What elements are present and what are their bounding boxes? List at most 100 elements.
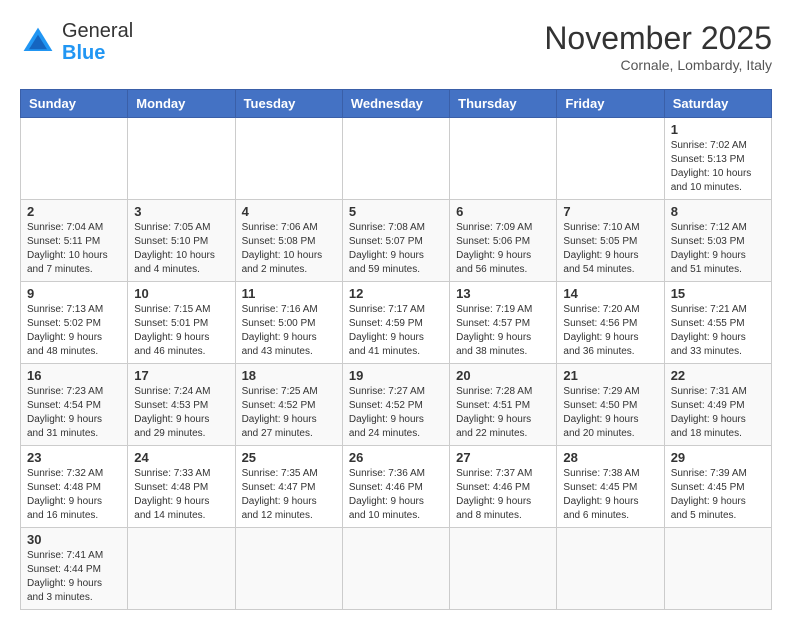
calendar-cell: 10 Sunrise: 7:15 AM Sunset: 5:01 PM Dayli…	[128, 282, 235, 364]
day-info: Sunrise: 7:10 AM Sunset: 5:05 PM Dayligh…	[563, 221, 657, 277]
day-number: 7	[563, 204, 657, 219]
calendar-cell	[450, 528, 557, 610]
calendar-cell: 6Sunrise: 7:09 AM Sunset: 5:06 PM Daylig…	[450, 200, 557, 282]
day-number: 23	[27, 450, 121, 465]
month-year-title: November 2025	[544, 20, 772, 57]
calendar-table: SundayMondayTuesdayWednesdayThursdayFrid…	[20, 89, 772, 610]
weekday-header-thursday: Thursday	[450, 90, 557, 118]
calendar-cell	[342, 118, 449, 200]
calendar-cell	[557, 118, 664, 200]
day-number: 5	[349, 204, 443, 219]
calendar-cell: 2 Sunrise: 7:04 AM Sunset: 5:11 PM Daylig…	[21, 200, 128, 282]
day-info: Sunrise: 7:04 AM Sunset: 5:11 PM Dayligh…	[27, 221, 121, 277]
day-number: 26	[349, 450, 443, 465]
calendar-cell: 29Sunrise: 7:39 AM Sunset: 4:45 PM Dayli…	[664, 446, 771, 528]
day-number: 19	[349, 368, 443, 383]
day-info: Sunrise: 7:02 AM Sunset: 5:13 PM Dayligh…	[671, 139, 765, 195]
calendar-cell: 20 Sunrise: 7:28 AM Sunset: 4:51 PM Dayli…	[450, 364, 557, 446]
calendar-cell: 27Sunrise: 7:37 AM Sunset: 4:46 PM Dayli…	[450, 446, 557, 528]
day-info: Sunrise: 7:16 AM Sunset: 5:00 PM Dayligh…	[242, 303, 336, 359]
calendar-week-1: 1Sunrise: 7:02 AM Sunset: 5:13 PM Daylig…	[21, 118, 772, 200]
calendar-cell	[450, 118, 557, 200]
day-number: 6	[456, 204, 550, 219]
day-info: Sunrise: 7:06 AM Sunset: 5:08 PM Dayligh…	[242, 221, 336, 277]
day-number: 4	[242, 204, 336, 219]
day-info: Sunrise: 7:35 AM Sunset: 4:47 PM Dayligh…	[242, 467, 336, 523]
calendar-week-3: 9 Sunrise: 7:13 AM Sunset: 5:02 PM Daylig…	[21, 282, 772, 364]
calendar-cell	[235, 118, 342, 200]
day-number: 16	[27, 368, 121, 383]
calendar-cell: 15 Sunrise: 7:21 AM Sunset: 4:55 PM Dayli…	[664, 282, 771, 364]
calendar-cell: 12 Sunrise: 7:17 AM Sunset: 4:59 PM Dayli…	[342, 282, 449, 364]
day-info: Sunrise: 7:15 AM Sunset: 5:01 PM Dayligh…	[134, 303, 228, 359]
weekday-header-monday: Monday	[128, 90, 235, 118]
calendar-cell: 11 Sunrise: 7:16 AM Sunset: 5:00 PM Dayli…	[235, 282, 342, 364]
calendar-cell	[342, 528, 449, 610]
day-number: 2	[27, 204, 121, 219]
day-info: Sunrise: 7:24 AM Sunset: 4:53 PM Dayligh…	[134, 385, 228, 441]
day-info: Sunrise: 7:17 AM Sunset: 4:59 PM Dayligh…	[349, 303, 443, 359]
calendar-cell: 30 Sunrise: 7:41 AM Sunset: 4:44 PM Dayli…	[21, 528, 128, 610]
day-number: 9	[27, 286, 121, 301]
day-number: 21	[563, 368, 657, 383]
day-info: Sunrise: 7:21 AM Sunset: 4:55 PM Dayligh…	[671, 303, 765, 359]
calendar-week-6: 30 Sunrise: 7:41 AM Sunset: 4:44 PM Dayli…	[21, 528, 772, 610]
calendar-cell: 3Sunrise: 7:05 AM Sunset: 5:10 PM Daylig…	[128, 200, 235, 282]
day-number: 10	[134, 286, 228, 301]
day-number: 18	[242, 368, 336, 383]
page-header: General Blue November 2025 Cornale, Lomb…	[20, 20, 772, 73]
day-info: Sunrise: 7:37 AM Sunset: 4:46 PM Dayligh…	[456, 467, 550, 523]
calendar-cell: 8Sunrise: 7:12 AM Sunset: 5:03 PM Daylig…	[664, 200, 771, 282]
weekday-header-saturday: Saturday	[664, 90, 771, 118]
day-info: Sunrise: 7:32 AM Sunset: 4:48 PM Dayligh…	[27, 467, 121, 523]
day-info: Sunrise: 7:25 AM Sunset: 4:52 PM Dayligh…	[242, 385, 336, 441]
calendar-cell: 23 Sunrise: 7:32 AM Sunset: 4:48 PM Dayli…	[21, 446, 128, 528]
day-info: Sunrise: 7:41 AM Sunset: 4:44 PM Dayligh…	[27, 549, 121, 605]
day-info: Sunrise: 7:05 AM Sunset: 5:10 PM Dayligh…	[134, 221, 228, 277]
calendar-cell: 4 Sunrise: 7:06 AM Sunset: 5:08 PM Daylig…	[235, 200, 342, 282]
calendar-cell	[235, 528, 342, 610]
day-number: 14	[563, 286, 657, 301]
calendar-cell: 13Sunrise: 7:19 AM Sunset: 4:57 PM Dayli…	[450, 282, 557, 364]
day-info: Sunrise: 7:27 AM Sunset: 4:52 PM Dayligh…	[349, 385, 443, 441]
day-info: Sunrise: 7:38 AM Sunset: 4:45 PM Dayligh…	[563, 467, 657, 523]
day-info: Sunrise: 7:20 AM Sunset: 4:56 PM Dayligh…	[563, 303, 657, 359]
calendar-cell: 5Sunrise: 7:08 AM Sunset: 5:07 PM Daylig…	[342, 200, 449, 282]
calendar-header-row: SundayMondayTuesdayWednesdayThursdayFrid…	[21, 90, 772, 118]
calendar-cell: 7 Sunrise: 7:10 AM Sunset: 5:05 PM Daylig…	[557, 200, 664, 282]
day-number: 15	[671, 286, 765, 301]
title-block: November 2025 Cornale, Lombardy, Italy	[544, 20, 772, 73]
calendar-cell: 1Sunrise: 7:02 AM Sunset: 5:13 PM Daylig…	[664, 118, 771, 200]
day-number: 17	[134, 368, 228, 383]
day-number: 20	[456, 368, 550, 383]
calendar-cell	[128, 528, 235, 610]
calendar-cell: 22 Sunrise: 7:31 AM Sunset: 4:49 PM Dayli…	[664, 364, 771, 446]
day-number: 29	[671, 450, 765, 465]
weekday-header-sunday: Sunday	[21, 90, 128, 118]
calendar-week-4: 16Sunrise: 7:23 AM Sunset: 4:54 PM Dayli…	[21, 364, 772, 446]
day-info: Sunrise: 7:12 AM Sunset: 5:03 PM Dayligh…	[671, 221, 765, 277]
day-info: Sunrise: 7:28 AM Sunset: 4:51 PM Dayligh…	[456, 385, 550, 441]
weekday-header-wednesday: Wednesday	[342, 90, 449, 118]
logo-blue: Blue	[62, 42, 105, 64]
calendar-cell: 26 Sunrise: 7:36 AM Sunset: 4:46 PM Dayli…	[342, 446, 449, 528]
calendar-cell: 21Sunrise: 7:29 AM Sunset: 4:50 PM Dayli…	[557, 364, 664, 446]
day-number: 13	[456, 286, 550, 301]
calendar-cell: 9 Sunrise: 7:13 AM Sunset: 5:02 PM Daylig…	[21, 282, 128, 364]
weekday-header-friday: Friday	[557, 90, 664, 118]
day-number: 11	[242, 286, 336, 301]
day-number: 12	[349, 286, 443, 301]
day-info: Sunrise: 7:36 AM Sunset: 4:46 PM Dayligh…	[349, 467, 443, 523]
calendar-cell	[128, 118, 235, 200]
calendar-cell	[664, 528, 771, 610]
calendar-week-2: 2 Sunrise: 7:04 AM Sunset: 5:11 PM Daylig…	[21, 200, 772, 282]
day-number: 25	[242, 450, 336, 465]
day-number: 30	[27, 532, 121, 547]
calendar-cell: 19 Sunrise: 7:27 AM Sunset: 4:52 PM Dayli…	[342, 364, 449, 446]
day-info: Sunrise: 7:31 AM Sunset: 4:49 PM Dayligh…	[671, 385, 765, 441]
day-info: Sunrise: 7:13 AM Sunset: 5:02 PM Dayligh…	[27, 303, 121, 359]
day-number: 22	[671, 368, 765, 383]
calendar-cell: 14 Sunrise: 7:20 AM Sunset: 4:56 PM Dayli…	[557, 282, 664, 364]
calendar-cell: 17 Sunrise: 7:24 AM Sunset: 4:53 PM Dayli…	[128, 364, 235, 446]
day-number: 28	[563, 450, 657, 465]
